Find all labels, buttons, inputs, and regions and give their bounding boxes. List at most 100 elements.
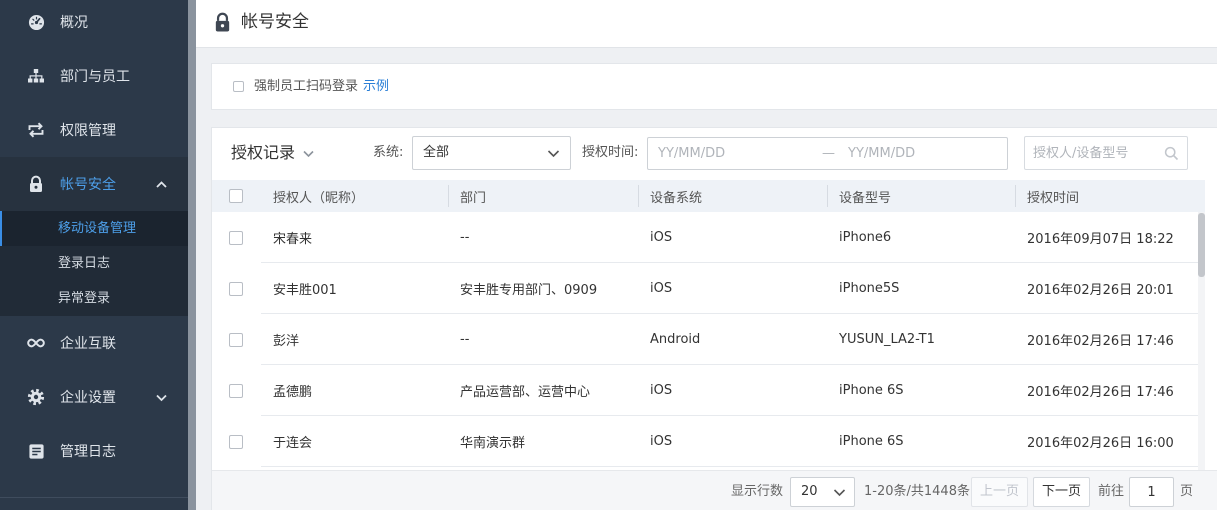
cell-auth-time: 2016年09月07日 18:22	[1027, 232, 1174, 247]
sidebar-item-permissions[interactable]: 权限管理	[0, 103, 188, 157]
date-separator: —	[822, 146, 835, 161]
swap-arrows-icon	[27, 121, 45, 139]
end-date-input[interactable]	[848, 144, 998, 163]
row-checkbox[interactable]	[229, 281, 243, 296]
column-divider[interactable]	[1015, 185, 1016, 207]
system-select[interactable]: 全部	[412, 136, 571, 170]
sidebar-item-enterprise-settings[interactable]: 企业设置	[0, 370, 188, 424]
table-row[interactable]: 于连会 华南演示群 iOS iPhone 6S 2016年02月26日 16:0…	[212, 416, 1205, 467]
cell-model: iPhone 6S	[839, 434, 904, 449]
sidebar-subitem-login-log[interactable]: 登录日志	[0, 246, 188, 281]
cell-os: Android	[650, 332, 701, 347]
system-select-value: 全部	[423, 145, 450, 160]
search-input[interactable]	[1033, 144, 1161, 162]
row-select-cell	[212, 212, 261, 263]
auth-time-label: 授权时间:	[582, 145, 639, 160]
column-header-os[interactable]: 设备系统	[638, 180, 827, 212]
cell-os: iOS	[650, 281, 673, 296]
row-checkbox[interactable]	[229, 383, 243, 398]
cell-department: --	[460, 332, 470, 347]
column-divider[interactable]	[827, 185, 828, 207]
table-header: 授权人（昵称） 部门 设备系统 设备型号 授权时间	[212, 180, 1205, 212]
row-checkbox[interactable]	[229, 332, 243, 347]
column-divider[interactable]	[638, 185, 639, 207]
column-header-user[interactable]: 授权人（昵称）	[261, 180, 448, 212]
cell-department: 华南演示群	[460, 436, 526, 451]
cell-user: 彭洋	[273, 334, 300, 349]
cell-model: iPhone 6S	[839, 383, 904, 398]
cell-department: 安丰胜专用部门、0909	[460, 283, 598, 298]
lock-icon	[213, 12, 232, 32]
table-row[interactable]: 安丰胜001 安丰胜专用部门、0909 iOS iPhone5S 2016年02…	[212, 263, 1205, 314]
sidebar-item-overview[interactable]: 概况	[0, 0, 188, 49]
lock-icon	[27, 175, 45, 193]
row-checkbox[interactable]	[229, 230, 243, 245]
column-header-department[interactable]: 部门	[448, 180, 638, 212]
sidebar-item-label: 概况	[60, 15, 88, 31]
example-link[interactable]: 示例	[363, 79, 389, 94]
sidebar-nav: 概况 部门与员工 权限管理 帐号安全 移动设备管理 登录日志 异常登录 企业互联…	[0, 0, 188, 478]
sidebar-scrollbar[interactable]	[188, 0, 196, 510]
column-divider[interactable]	[448, 185, 449, 207]
record-range-text: 1-20条/共1448条	[864, 484, 970, 499]
sidebar-item-account-security[interactable]: 帐号安全	[0, 157, 188, 211]
row-select-cell	[212, 314, 261, 365]
cell-os: iOS	[650, 230, 673, 245]
system-filter-label: 系统:	[373, 145, 404, 160]
sidebar-item-enterprise-connect[interactable]: 企业互联	[0, 316, 188, 370]
sidebar-item-label: 管理日志	[60, 444, 116, 460]
column-header-auth-time[interactable]: 授权时间	[1015, 180, 1198, 212]
sidebar-subitem-mobile-devices[interactable]: 移动设备管理	[0, 211, 188, 246]
table-scrollbar-thumb[interactable]	[1198, 213, 1205, 277]
pagination-bar: 显示行数 20 1-20条/共1448条 上一页 下一页 前往 页	[212, 470, 1217, 510]
goto-label: 前往	[1098, 484, 1125, 499]
sidebar-divider	[0, 497, 188, 498]
next-page-button[interactable]: 下一页	[1033, 477, 1090, 507]
prev-page-button[interactable]: 上一页	[971, 477, 1028, 507]
page-header: 帐号安全	[196, 0, 1217, 48]
chevron-down-icon[interactable]	[302, 147, 315, 160]
scan-login-checkbox[interactable]	[233, 81, 244, 92]
cell-auth-time: 2016年02月26日 17:46	[1027, 334, 1174, 349]
sidebar: 概况 部门与员工 权限管理 帐号安全 移动设备管理 登录日志 异常登录 企业互联…	[0, 0, 188, 510]
cell-auth-time: 2016年02月26日 17:46	[1027, 385, 1174, 400]
cell-os: iOS	[650, 383, 673, 398]
page-size-value: 20	[801, 484, 818, 499]
infinity-icon	[27, 334, 45, 352]
cell-user: 孟德鹏	[273, 385, 313, 400]
gear-icon	[27, 388, 45, 406]
cell-user: 安丰胜001	[273, 283, 337, 298]
chevron-up-icon[interactable]	[155, 178, 168, 191]
cell-auth-time: 2016年02月26日 20:01	[1027, 283, 1174, 298]
start-date-input[interactable]	[658, 144, 808, 163]
chevron-down-icon[interactable]	[155, 391, 168, 404]
search-icon[interactable]	[1164, 146, 1179, 161]
scan-login-card: 强制员工扫码登录 示例	[211, 63, 1217, 110]
select-all-checkbox[interactable]	[229, 189, 243, 203]
page-size-select[interactable]: 20	[790, 477, 855, 507]
sidebar-subitem-abnormal-login[interactable]: 异常登录	[0, 281, 188, 316]
cell-auth-time: 2016年02月26日 16:00	[1027, 436, 1174, 451]
records-title[interactable]: 授权记录	[231, 142, 295, 164]
table-row[interactable]: 彭洋 -- Android YUSUN_LA2-T1 2016年02月26日 1…	[212, 314, 1205, 365]
column-header-model[interactable]: 设备型号	[827, 180, 1015, 212]
sidebar-item-label: 企业设置	[60, 390, 116, 406]
table-scrollbar[interactable]	[1198, 212, 1205, 470]
sidebar-item-departments[interactable]: 部门与员工	[0, 49, 188, 103]
cell-user: 于连会	[273, 436, 313, 451]
cell-department: 产品运营部、运营中心	[460, 385, 591, 400]
cell-model: iPhone6	[839, 230, 892, 245]
chevron-down-icon	[833, 486, 846, 499]
search-box	[1024, 136, 1188, 170]
cell-model: iPhone5S	[839, 281, 900, 296]
sidebar-item-label: 部门与员工	[60, 69, 130, 85]
row-checkbox[interactable]	[229, 434, 243, 449]
page-number-input[interactable]	[1129, 477, 1174, 507]
page-title: 帐号安全	[241, 12, 309, 32]
table-row[interactable]: 孟德鹏 产品运营部、运营中心 iOS iPhone 6S 2016年02月26日…	[212, 365, 1205, 416]
table-row[interactable]: 宋春来 -- iOS iPhone6 2016年09月07日 18:22	[212, 212, 1205, 263]
chevron-down-icon	[547, 147, 560, 160]
sidebar-item-admin-log[interactable]: 管理日志	[0, 424, 188, 478]
cell-department: --	[460, 230, 470, 245]
row-select-cell	[212, 365, 261, 416]
